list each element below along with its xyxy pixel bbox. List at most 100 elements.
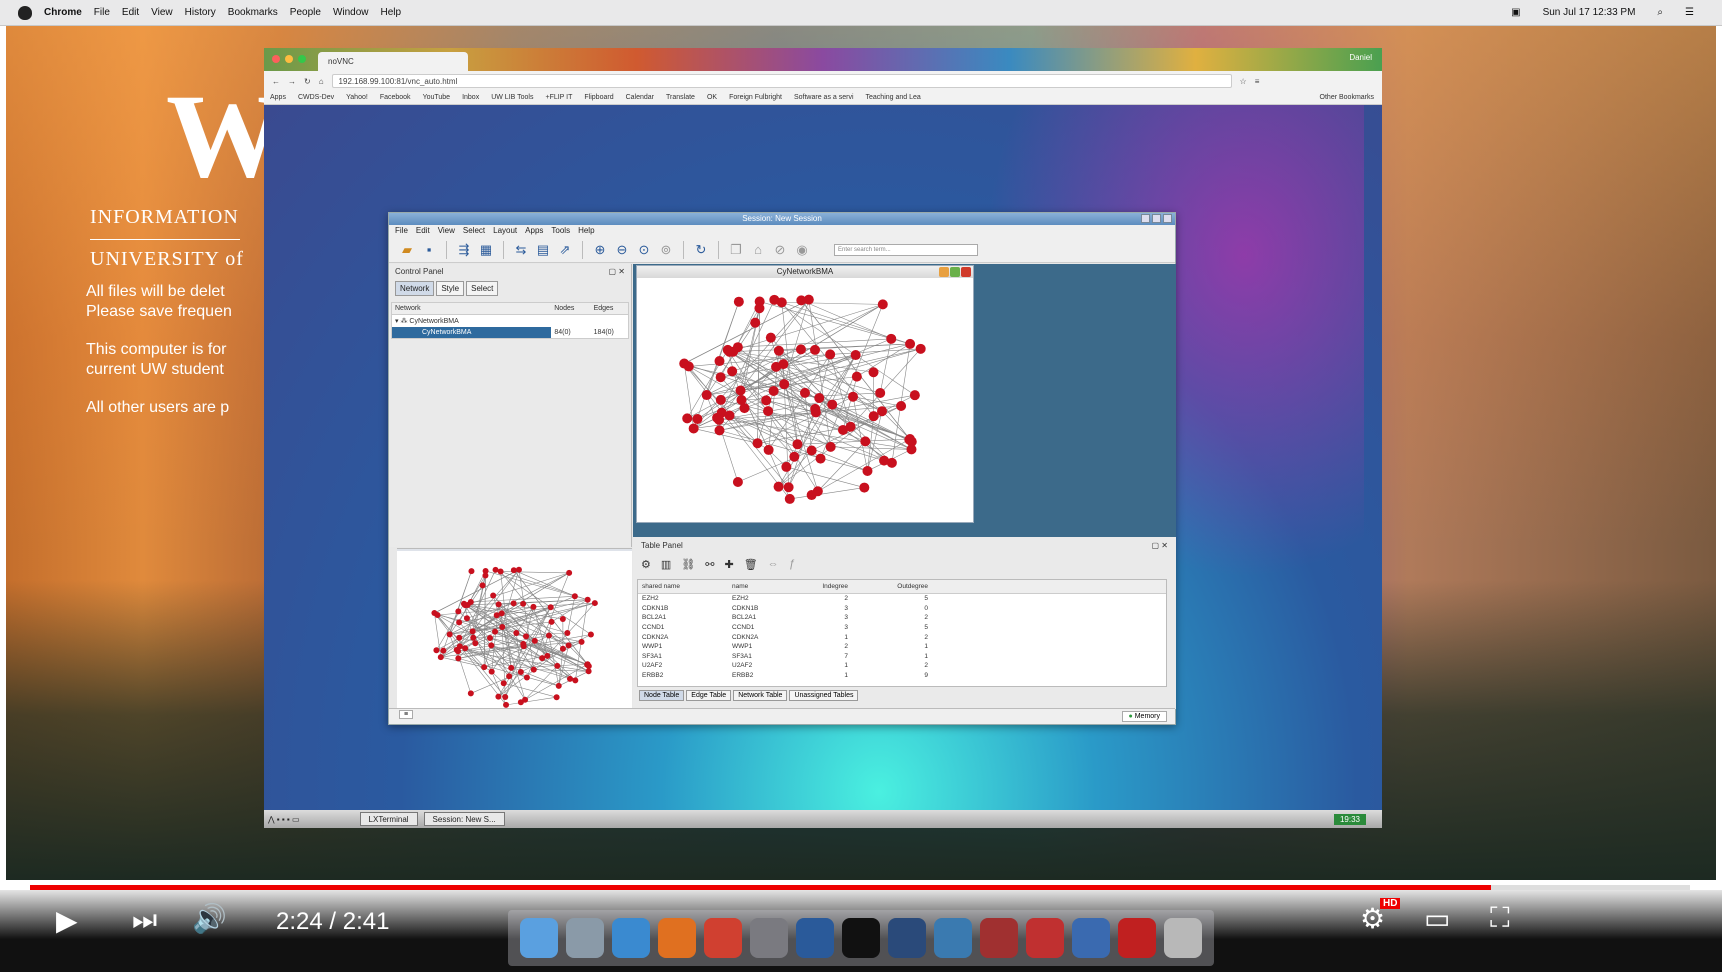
map-icon[interactable]: ⇔ (768, 558, 779, 570)
open-folder-icon[interactable]: ▰ (399, 242, 415, 258)
menu-file[interactable]: File (94, 7, 110, 18)
table-row[interactable]: BCL2A1 BCL2A1 3 2 (638, 613, 1166, 623)
quicktime-icon[interactable] (796, 918, 834, 958)
spotlight-icon[interactable]: ⌕ (1657, 7, 1663, 18)
table-cell[interactable]: 2 (852, 662, 932, 669)
url-input[interactable]: 192.168.99.100:81/vnc_auto.html (331, 74, 1232, 88)
progress-bar[interactable] (30, 885, 1690, 890)
task-list-icon[interactable]: ≡ (399, 710, 414, 719)
menu-icon[interactable]: ≡ (1255, 77, 1260, 86)
table-row[interactable]: WWP1 WWP1 2 1 (638, 642, 1166, 652)
cy-menu-edit[interactable]: Edit (416, 225, 430, 237)
import-network-icon[interactable]: ⇶ (456, 242, 472, 258)
refresh-icon[interactable]: ↻ (693, 242, 709, 258)
lx-menu-icon[interactable]: ⋀ ▪ ▪ ▪ ▭ (268, 815, 300, 824)
bookmark-teaching[interactable]: Teaching and Lea (866, 94, 921, 101)
table-cell[interactable]: BCL2A1 (728, 614, 782, 621)
table-row[interactable]: CDKN1B CDKN1B 3 0 (638, 604, 1166, 614)
table-cell[interactable]: 1 (782, 662, 852, 669)
table-cell[interactable]: SF3A1 (728, 653, 782, 660)
bookmark-uwlib[interactable]: UW LIB Tools (491, 94, 533, 101)
close-icon[interactable] (1163, 214, 1172, 223)
system-preferences-icon[interactable] (750, 918, 788, 958)
menu-window[interactable]: Window (333, 7, 369, 18)
col-network[interactable]: Network (392, 303, 551, 314)
cy-menu-tools[interactable]: Tools (551, 225, 570, 237)
cy-menu-select[interactable]: Select (463, 225, 485, 237)
birds-eye-view[interactable] (397, 548, 632, 709)
close-icon[interactable] (272, 55, 280, 63)
table-cell[interactable]: CCND1 (728, 624, 782, 631)
back-icon[interactable]: ← (272, 77, 280, 86)
table-row[interactable]: CDKN2A CDKN2A 1 2 (638, 632, 1166, 642)
table-cell[interactable]: EZH2 (728, 595, 782, 602)
app-icon[interactable] (888, 918, 926, 958)
table-row[interactable]: U2AF2 U2AF2 1 2 (638, 661, 1166, 671)
firefox-icon[interactable] (658, 918, 696, 958)
pdf-icon[interactable] (1026, 918, 1064, 958)
import-table-icon[interactable]: ▦ (478, 242, 494, 258)
network-row-parent[interactable]: ▾ ⁂ CyNetworkBMA (392, 315, 628, 327)
minimize-icon[interactable] (939, 267, 949, 277)
app-icon[interactable] (980, 918, 1018, 958)
export-table-icon[interactable]: ▤ (535, 242, 551, 258)
memory-button[interactable]: ● Memory (1121, 711, 1167, 722)
search-input[interactable]: Enter search term... (834, 243, 978, 256)
cy-menu-file[interactable]: File (395, 225, 408, 237)
menu-edit[interactable]: Edit (122, 7, 139, 18)
maximize-icon[interactable] (1152, 214, 1161, 223)
table-row[interactable]: CCND1 CCND1 3 5 (638, 623, 1166, 633)
menu-help[interactable]: Help (381, 7, 402, 18)
col-name[interactable]: name (728, 583, 782, 590)
table-cell[interactable]: ERBB2 (728, 672, 782, 679)
forward-icon[interactable]: → (288, 77, 296, 86)
bookmark-inbox[interactable]: Inbox (462, 94, 479, 101)
columns-icon[interactable]: ▥ (661, 558, 671, 571)
bookmark-facebook[interactable]: Facebook (380, 94, 411, 101)
function-icon[interactable]: ƒ (789, 558, 795, 570)
cy-menu-help[interactable]: Help (578, 225, 594, 237)
star-icon[interactable]: ☆ (1240, 77, 1247, 86)
tab-network-table[interactable]: Network Table (733, 690, 788, 701)
cy-menu-apps[interactable]: Apps (525, 225, 543, 237)
table-cell[interactable]: 7 (782, 653, 852, 660)
cy-menu-layout[interactable]: Layout (493, 225, 517, 237)
table-cell[interactable]: 1 (782, 634, 852, 641)
delete-icon[interactable]: 🗑 (744, 558, 758, 571)
bookmark-yahoo[interactable]: Yahoo! (346, 94, 368, 101)
volume-icon[interactable]: 🔊 (192, 902, 227, 935)
hide-selected-icon[interactable]: ⊘ (772, 242, 788, 258)
save-icon[interactable]: ▪ (421, 242, 437, 258)
menu-history[interactable]: History (185, 7, 216, 18)
notification-icon[interactable]: ☰ (1685, 7, 1694, 18)
table-cell[interactable]: CDKN1B (728, 605, 782, 612)
tab-edge-table[interactable]: Edge Table (686, 690, 732, 701)
menu-people[interactable]: People (290, 7, 321, 18)
terminal-icon[interactable] (842, 918, 880, 958)
help-icon[interactable] (1118, 918, 1156, 958)
table-cell[interactable]: CDKN2A (728, 634, 782, 641)
tab-unassigned-tables[interactable]: Unassigned Tables (789, 690, 859, 701)
table-cell[interactable]: 3 (782, 614, 852, 621)
zoom-fit-icon[interactable]: ⊙ (636, 242, 652, 258)
table-cell[interactable]: U2AF2 (728, 662, 782, 669)
gear-icon[interactable]: ⚙ (641, 558, 651, 571)
close-icon[interactable] (961, 267, 971, 277)
bookmark-cwds[interactable]: CWDS-Dev (298, 94, 334, 101)
table-cell[interactable]: WWP1 (638, 643, 728, 650)
zoom-in-icon[interactable]: ⊕ (592, 242, 608, 258)
menubar-clock[interactable]: Sun Jul 17 12:33 PM (1543, 7, 1636, 18)
table-cell[interactable]: CCND1 (638, 624, 728, 631)
add-icon[interactable]: ✚ (724, 558, 733, 571)
hide-icon[interactable]: ⌂ (750, 242, 766, 258)
col-shared-name[interactable]: shared name (638, 583, 728, 590)
table-cell[interactable]: 2 (782, 643, 852, 650)
trash-icon[interactable] (1164, 918, 1202, 958)
table-cell[interactable]: 1 (852, 643, 932, 650)
bookmark-flipboard[interactable]: Flipboard (584, 94, 613, 101)
profile-name[interactable]: Daniel (1349, 53, 1372, 62)
bookmark-flipit[interactable]: +FLIP IT (545, 94, 572, 101)
table-cell[interactable]: 1 (852, 653, 932, 660)
app-icon[interactable] (934, 918, 972, 958)
apple-icon[interactable] (18, 5, 32, 20)
